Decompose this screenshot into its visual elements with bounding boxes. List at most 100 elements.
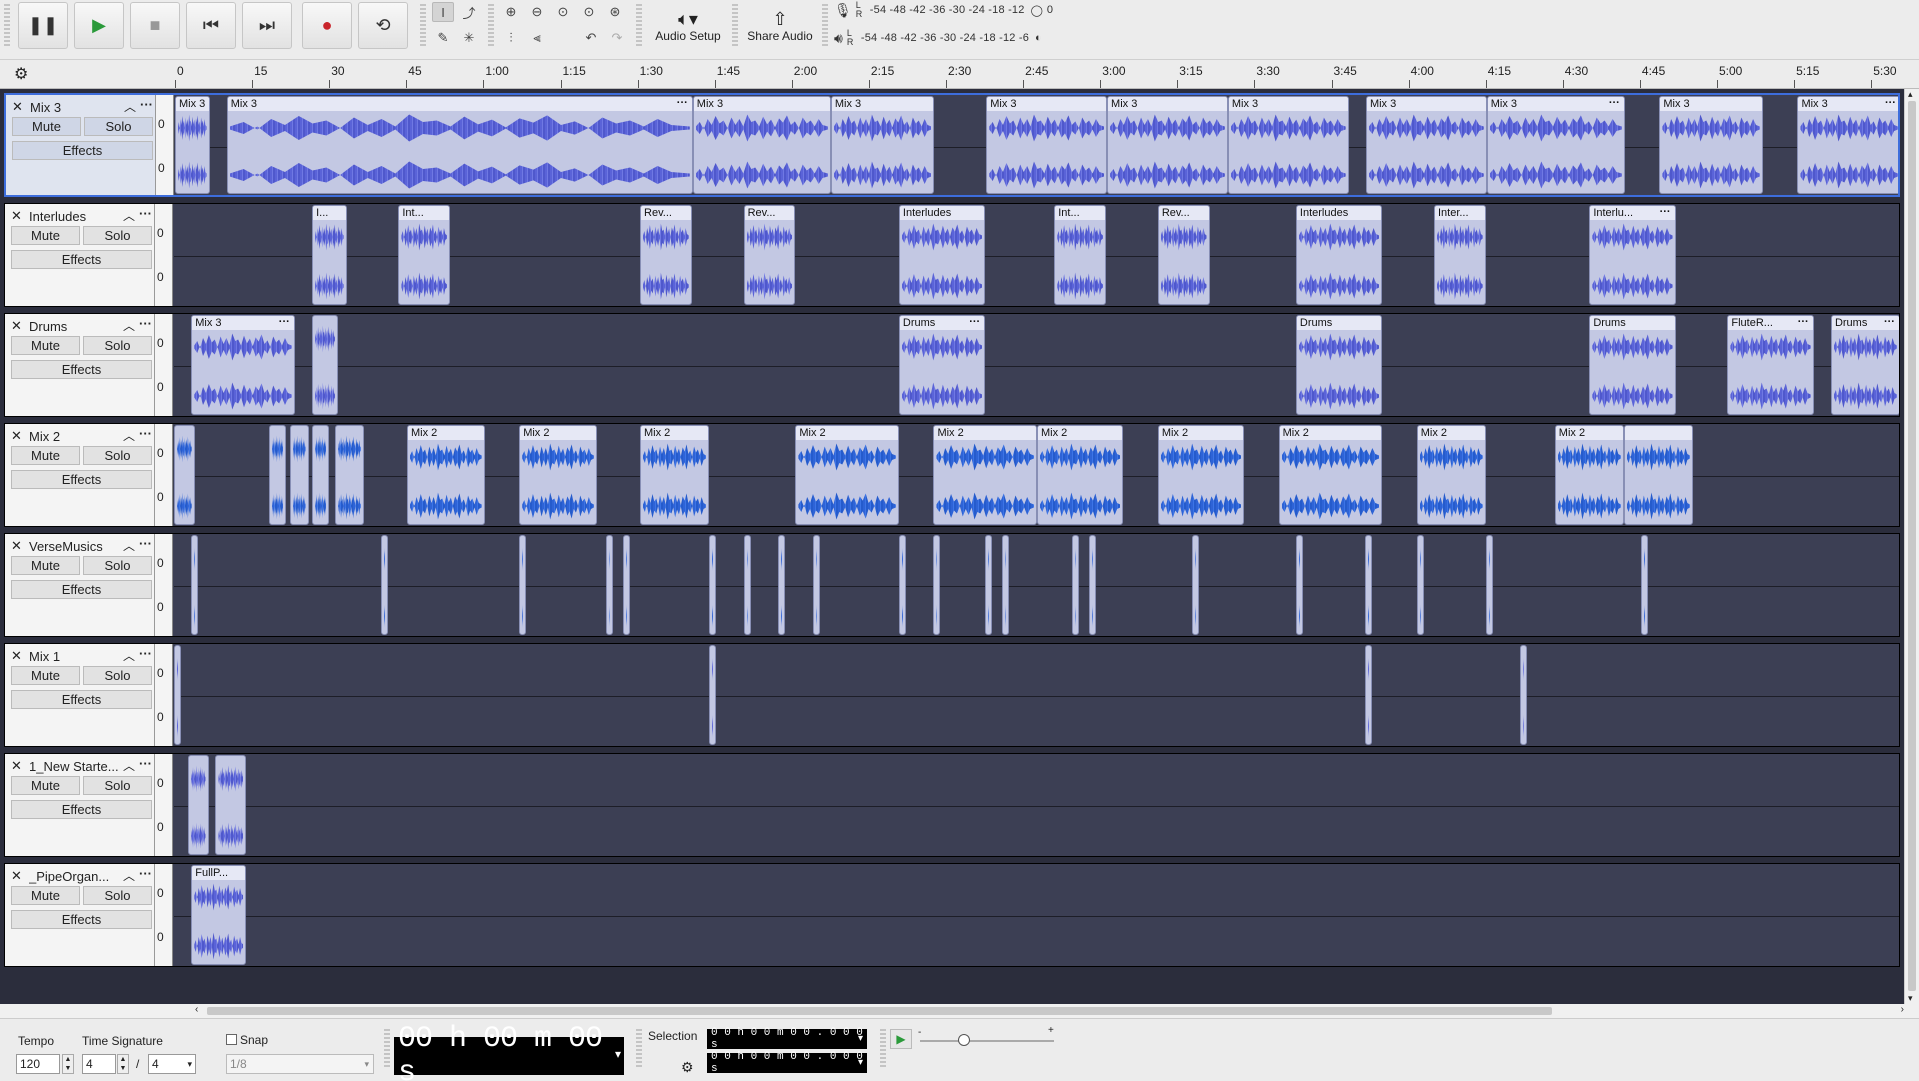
record-meter[interactable]: 🎙︎ LR -54 -48 -42 -36 -30 -24 -18 -12 ◯ … — [834, 0, 1053, 20]
close-track-icon[interactable]: ✕ — [11, 648, 22, 664]
track-menu-icon[interactable]: ··· — [139, 536, 152, 551]
solo-button[interactable]: Solo — [83, 446, 152, 465]
solo-button[interactable]: Solo — [83, 556, 152, 575]
audio-clip[interactable]: Mix 3 — [830, 96, 935, 194]
audio-clip[interactable] — [312, 425, 330, 525]
audio-clip[interactable]: Mix 2 — [1416, 425, 1486, 525]
clip-header[interactable]: Mix 3 ··· — [227, 97, 692, 111]
audio-clip[interactable]: I... — [312, 205, 347, 305]
audio-clip[interactable] — [898, 535, 906, 635]
audio-clip[interactable]: Mix 2 — [1037, 425, 1124, 525]
audio-clip[interactable]: Mix 2 — [519, 425, 597, 525]
horizontal-scrollbar[interactable]: ‹ › — [195, 1004, 1904, 1018]
audio-clip[interactable]: Rev... — [640, 205, 692, 305]
audio-clip[interactable]: FullP... — [191, 865, 247, 965]
clip-header[interactable]: Mix 2 — [1555, 426, 1623, 440]
mute-button[interactable]: Mute — [11, 886, 80, 905]
audio-clip[interactable]: Rev... — [743, 205, 796, 305]
undo-button[interactable]: ↶ — [580, 28, 602, 48]
scroll-right-icon[interactable]: › — [1901, 1004, 1904, 1015]
timeline-settings-gear-icon[interactable]: ⚙ — [14, 64, 28, 84]
track-name[interactable]: Mix 2 — [29, 429, 124, 444]
track-versemusics[interactable]: ✕ VerseMusics ︿ ··· Mute Solo Effects 0 0 — [4, 533, 1900, 637]
clip-header[interactable]: I... — [313, 206, 346, 220]
audio-clip[interactable] — [519, 535, 527, 635]
clip-menu-icon[interactable]: ··· — [969, 316, 980, 329]
clip-header[interactable]: Rev... — [1158, 206, 1209, 220]
audio-clip[interactable] — [381, 535, 389, 635]
skip-start-button[interactable]: ⏮ — [186, 2, 236, 49]
track-control-panel[interactable]: ✕ Interludes ︿ ··· Mute Solo Effects — [5, 204, 155, 306]
audio-clip[interactable]: Drums ··· — [1830, 315, 1899, 415]
playback-meter[interactable]: 🔊︎ LR -54 -48 -42 -36 -30 -24 -18 -12 -6… — [834, 28, 1042, 48]
clip-header[interactable]: Mix 3 ··· — [1487, 97, 1624, 111]
audio-clip[interactable] — [709, 535, 717, 635]
audio-clip[interactable] — [812, 535, 820, 635]
audio-clip[interactable] — [1364, 535, 1372, 635]
audio-clip[interactable]: Mix 3 — [175, 96, 210, 194]
clip-header[interactable]: Int... — [399, 206, 450, 220]
snap-select[interactable]: 1/8 ▾ — [226, 1054, 374, 1074]
vertical-scroll-thumb[interactable] — [1908, 101, 1916, 991]
audio-setup-grip[interactable] — [636, 4, 642, 48]
track-menu-icon[interactable]: ··· — [139, 756, 152, 771]
audio-clip[interactable]: Mix 3 ··· — [226, 96, 693, 194]
audio-clip[interactable]: Mix 3 ··· — [1797, 96, 1898, 194]
fit-project-button[interactable]: ⊙ — [578, 2, 600, 22]
close-track-icon[interactable]: ✕ — [11, 208, 22, 224]
effects-button[interactable]: Effects — [12, 141, 153, 160]
clip-header[interactable]: Mix 2 — [1038, 426, 1123, 440]
selection-start-time[interactable]: 0 0 h 0 0 m 0 0 . 0 0 0 s ▾ — [707, 1027, 867, 1051]
speed-slider-track[interactable] — [920, 1040, 1054, 1042]
audio-clip[interactable] — [1520, 645, 1528, 745]
clip-header[interactable]: Mix 3 — [176, 97, 209, 111]
audio-clip[interactable] — [334, 425, 364, 525]
close-track-icon[interactable]: ✕ — [11, 428, 22, 444]
track-lane[interactable]: FullP... — [174, 864, 1899, 966]
track-control-panel[interactable]: ✕ 1_New Starte... ︿ ··· Mute Solo Effects — [5, 754, 155, 856]
record-button[interactable]: ● — [302, 2, 352, 49]
clip-header[interactable]: Mix 2 — [1279, 426, 1382, 440]
track-lane[interactable]: I... Int... Rev... Rev... Interludes Int... Re… — [174, 204, 1899, 306]
track-mix-2[interactable]: ✕ Mix 2 ︿ ··· Mute Solo Effects 0 0 Mix 2 Mix 2 Mix… — [4, 423, 1900, 527]
selection-end-time[interactable]: 0 0 h 0 0 m 0 0 . 0 0 0 s ▾ — [707, 1051, 867, 1075]
track-menu-icon[interactable]: ··· — [139, 646, 152, 661]
scroll-down-icon[interactable]: ▾ — [1908, 993, 1913, 1004]
solo-button[interactable]: Solo — [83, 226, 152, 245]
mute-button[interactable]: Mute — [12, 117, 81, 136]
audio-clip[interactable] — [1295, 535, 1303, 635]
effects-button[interactable]: Effects — [11, 800, 152, 819]
horizontal-scroll-thumb[interactable] — [207, 1007, 1552, 1015]
mute-button[interactable]: Mute — [11, 776, 80, 795]
close-track-icon[interactable]: ✕ — [11, 868, 22, 884]
track-pipeorgan[interactable]: ✕ _PipeOrgan... ︿ ··· Mute Solo Effects 0 0 FullP… — [4, 863, 1900, 967]
audio-clip[interactable]: Mix 3 — [1659, 96, 1763, 194]
close-track-icon[interactable]: ✕ — [11, 758, 22, 774]
audio-clip[interactable]: Mix 2 — [1157, 425, 1245, 525]
clip-header[interactable]: Interludes — [1296, 206, 1382, 220]
effects-button[interactable]: Effects — [11, 470, 152, 489]
time-grip[interactable] — [384, 1029, 390, 1069]
clip-header[interactable]: Drums ··· — [899, 316, 985, 330]
toolbar-grip[interactable] — [4, 4, 10, 48]
clip-header[interactable]: Mix 3 — [693, 97, 830, 111]
selection-tool[interactable]: I — [432, 2, 454, 22]
edit-grip[interactable] — [488, 4, 494, 48]
audio-clip[interactable]: 1... — [215, 755, 247, 855]
tempo-spinner[interactable]: ▲ ▼ — [62, 1054, 74, 1074]
audio-clip[interactable]: Interludes — [898, 205, 986, 305]
time-sig-denominator[interactable]: 4 ▾ — [148, 1054, 196, 1074]
audio-clip[interactable] — [174, 425, 195, 525]
clip-header[interactable]: Drums — [1296, 316, 1382, 330]
audio-clip[interactable]: Mix 2 — [1278, 425, 1383, 525]
solo-button[interactable]: Solo — [83, 886, 152, 905]
clip-menu-icon[interactable]: ··· — [1884, 316, 1895, 329]
clip-header[interactable]: Mix 2 — [520, 426, 596, 440]
clip-menu-icon[interactable]: ··· — [279, 316, 290, 329]
track-menu-icon[interactable]: ··· — [139, 316, 152, 331]
tools-grip[interactable] — [420, 4, 426, 48]
audio-clip[interactable]: Mix 2 — [795, 425, 899, 525]
audio-clip[interactable]: Mix 3 — [1227, 96, 1349, 194]
audio-clip[interactable] — [778, 535, 786, 635]
loop-button[interactable]: ⟲ — [358, 2, 408, 49]
